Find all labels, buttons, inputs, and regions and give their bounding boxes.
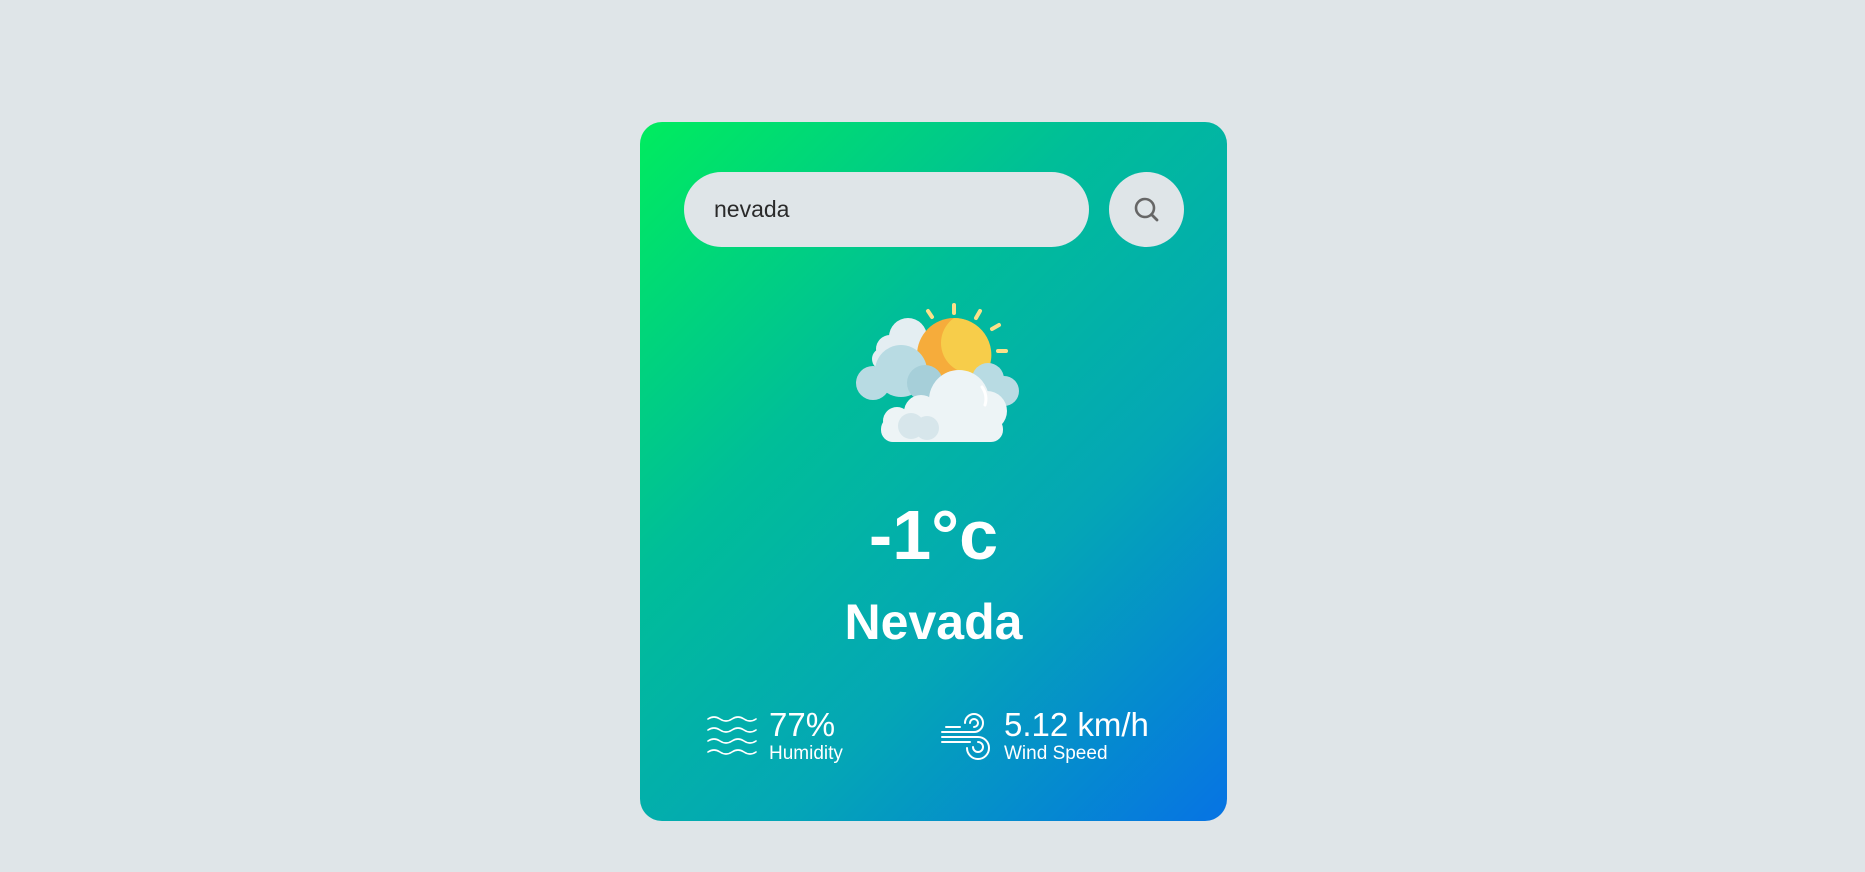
humidity-label: Humidity	[769, 743, 843, 764]
temperature: -1°c	[868, 496, 999, 574]
wind-icon	[941, 713, 990, 760]
city-name: Nevada	[844, 594, 1023, 650]
humidity-waves-icon	[707, 716, 757, 755]
humidity-detail: 77% Humidity	[707, 707, 843, 765]
search-button[interactable]	[1109, 172, 1184, 247]
humidity-value: 77%	[769, 706, 836, 743]
search-icon	[1134, 197, 1158, 221]
wind-speed-label: Wind Speed	[1004, 743, 1108, 764]
wind-speed-value: 5.12 km/h	[1004, 706, 1149, 743]
wind-detail: 5.12 km/h Wind Speed	[940, 707, 1149, 765]
search-input[interactable]	[684, 172, 1089, 247]
weather-card: -1°c Nevada 77% Humidity	[640, 122, 1227, 821]
partly-cloudy-icon	[856, 303, 1019, 442]
